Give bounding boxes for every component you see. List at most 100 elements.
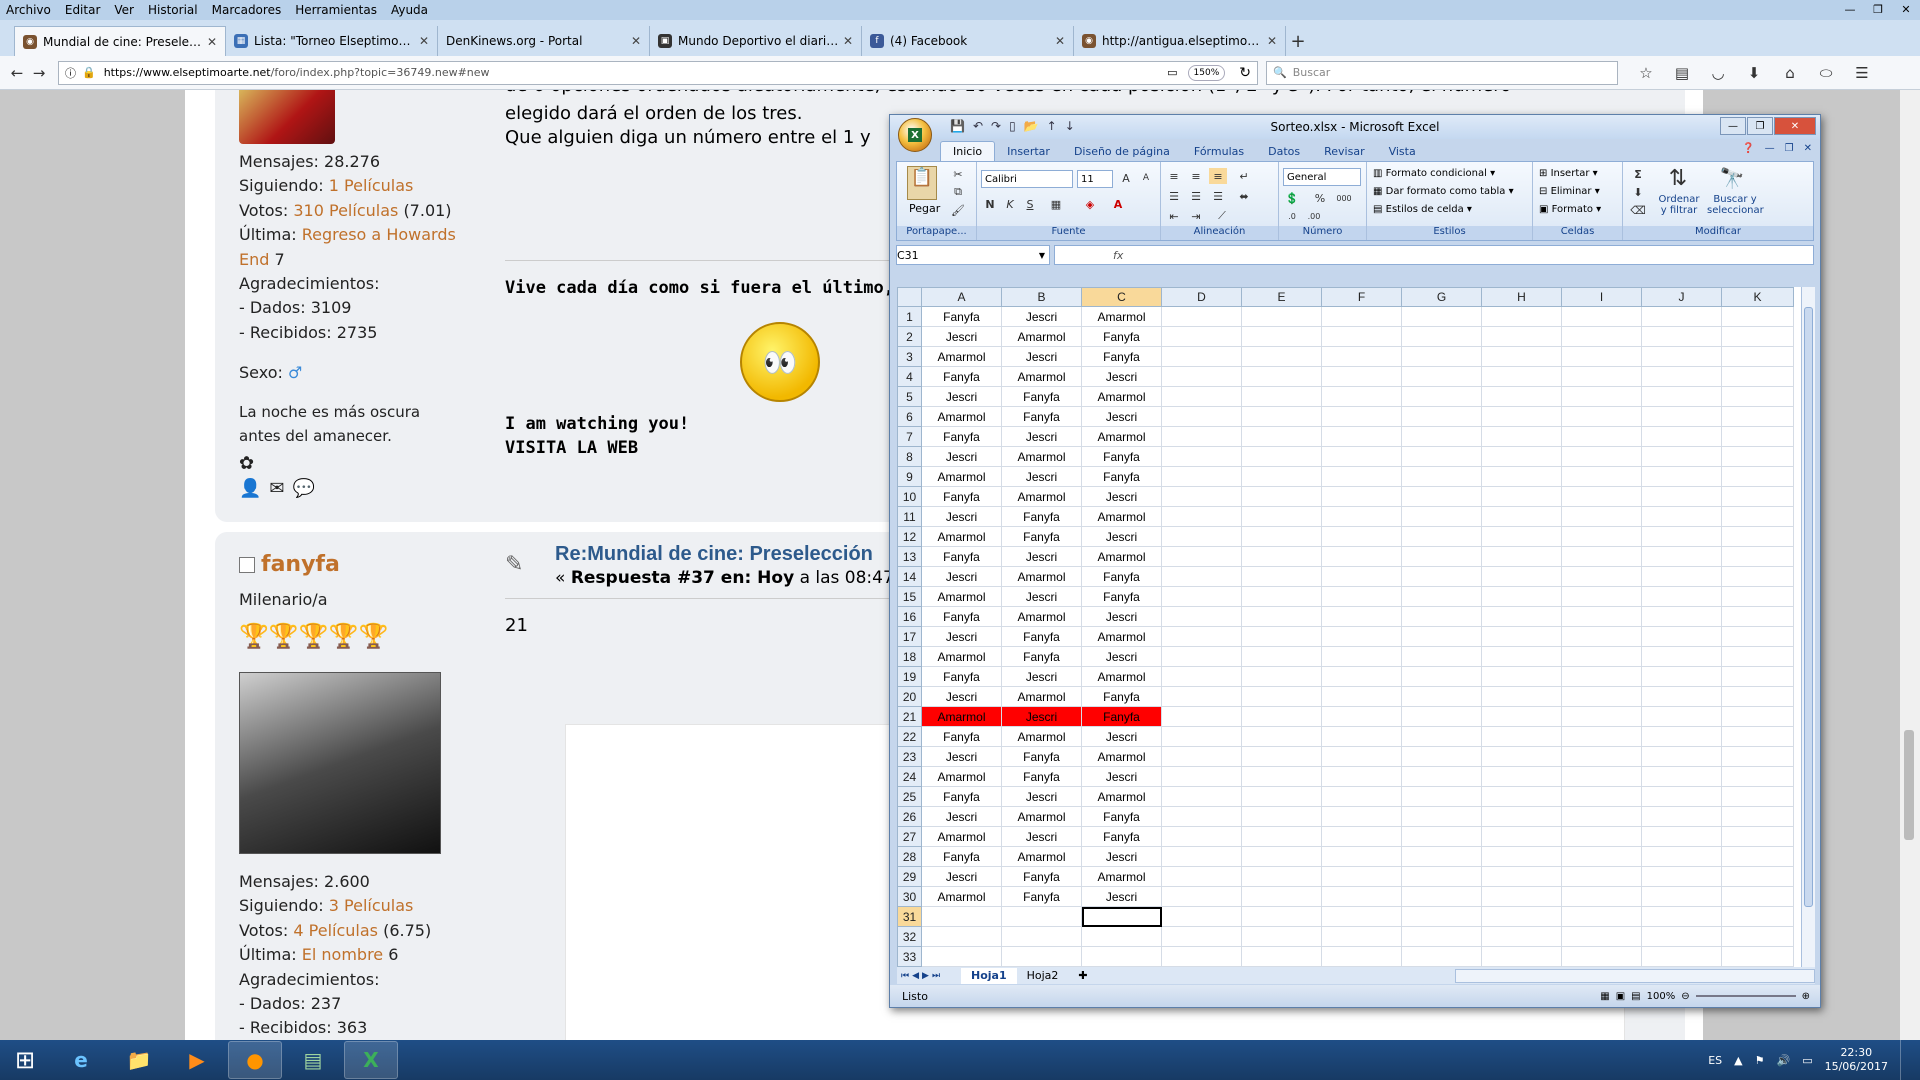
cell[interactable] [1241, 926, 1322, 947]
cell[interactable] [1721, 686, 1794, 707]
cell[interactable] [1561, 586, 1642, 607]
cell[interactable] [1401, 406, 1482, 427]
email-icon[interactable]: ✉ [269, 477, 284, 501]
find-select-button[interactable]: Buscar y seleccionar [1707, 194, 1764, 216]
cell[interactable]: Fanyfa [1081, 806, 1162, 827]
row-header[interactable]: 18 [897, 646, 922, 667]
cell[interactable] [1721, 566, 1794, 587]
info-icon[interactable]: ⓘ [65, 65, 76, 81]
cell[interactable] [1321, 306, 1402, 327]
cell[interactable] [1561, 646, 1642, 667]
cell[interactable]: Jescri [921, 566, 1002, 587]
cell[interactable] [1481, 406, 1562, 427]
sort-asc-icon[interactable]: ↑ [1047, 119, 1057, 133]
new-icon[interactable]: ▯ [1009, 119, 1016, 133]
cell[interactable] [1641, 806, 1722, 827]
msn-icon[interactable]: ✿ [239, 452, 479, 476]
cell[interactable] [1721, 746, 1794, 767]
font-name-select[interactable]: Calibri [981, 170, 1073, 188]
paste-icon[interactable]: 📋 [907, 166, 937, 200]
cell[interactable] [1321, 766, 1402, 787]
cell[interactable]: Fanyfa [1081, 326, 1162, 347]
vertical-scrollbar[interactable] [1801, 287, 1815, 967]
cell[interactable] [1481, 886, 1562, 907]
cell[interactable] [1481, 306, 1562, 327]
cell[interactable]: Amarmol [1001, 446, 1082, 467]
cell[interactable] [1641, 466, 1722, 487]
cell[interactable] [1401, 846, 1482, 867]
cell[interactable] [1321, 326, 1402, 347]
excel-taskbar-icon[interactable]: X [344, 1041, 398, 1079]
cell[interactable] [1641, 906, 1722, 927]
cell[interactable] [1401, 886, 1482, 907]
cell[interactable] [1401, 926, 1482, 947]
cell[interactable] [1481, 446, 1562, 467]
cell[interactable]: Fanyfa [1001, 386, 1082, 407]
cell[interactable] [1721, 486, 1794, 507]
autosum-icon[interactable]: Σ [1629, 166, 1647, 182]
cell[interactable] [1641, 366, 1722, 387]
cell[interactable] [1401, 346, 1482, 367]
cell[interactable] [1561, 926, 1642, 947]
cell[interactable] [1401, 726, 1482, 747]
cell[interactable]: Fanyfa [921, 426, 1002, 447]
cell[interactable]: Jescri [1001, 586, 1082, 607]
cell[interactable] [1561, 546, 1642, 567]
cell[interactable] [1481, 586, 1562, 607]
align-left-icon[interactable]: ☰ [1165, 188, 1183, 204]
cell[interactable]: Jescri [1081, 886, 1162, 907]
cell[interactable] [1241, 846, 1322, 867]
page-scrollbar[interactable] [1900, 90, 1920, 1040]
cell[interactable] [1481, 546, 1562, 567]
help-icon[interactable]: ❓ [1742, 143, 1754, 154]
cell[interactable] [1641, 646, 1722, 667]
cell[interactable] [1561, 746, 1642, 767]
cell[interactable]: Amarmol [921, 406, 1002, 427]
row-header[interactable]: 16 [897, 606, 922, 627]
cell[interactable] [1641, 826, 1722, 847]
cell[interactable] [1401, 586, 1482, 607]
cell[interactable] [1721, 646, 1794, 667]
cell[interactable] [1321, 566, 1402, 587]
cell[interactable] [1561, 786, 1642, 807]
align-bottom-icon[interactable]: ≡ [1209, 168, 1227, 184]
language-indicator[interactable]: ES [1708, 1054, 1722, 1067]
cell[interactable] [1161, 366, 1242, 387]
save-icon[interactable]: 💾 [950, 119, 965, 133]
cell[interactable] [1161, 946, 1242, 967]
cell[interactable] [1561, 626, 1642, 647]
cell[interactable]: Fanyfa [921, 846, 1002, 867]
cell[interactable]: Amarmol [1081, 506, 1162, 527]
font-color-icon[interactable]: A [1109, 196, 1127, 212]
cell[interactable] [1321, 786, 1402, 807]
cell[interactable] [1401, 566, 1482, 587]
cell[interactable] [1641, 306, 1722, 327]
row-header[interactable]: 5 [897, 386, 922, 407]
cell[interactable] [1161, 506, 1242, 527]
scroll-thumb[interactable] [1804, 307, 1813, 907]
cell[interactable]: Jescri [921, 446, 1002, 467]
row-header[interactable]: 20 [897, 686, 922, 707]
underline-icon[interactable]: S [1021, 196, 1039, 212]
cell[interactable] [1481, 626, 1562, 647]
cell[interactable] [1641, 586, 1722, 607]
cell[interactable]: Jescri [1001, 706, 1082, 727]
cell[interactable] [1321, 626, 1402, 647]
close-tab-icon[interactable]: ✕ [207, 35, 217, 49]
cell[interactable] [1481, 426, 1562, 447]
cell[interactable] [1401, 786, 1482, 807]
row-header[interactable]: 13 [897, 546, 922, 567]
cell[interactable] [1241, 566, 1322, 587]
row-header[interactable]: 15 [897, 586, 922, 607]
cell[interactable] [1241, 386, 1322, 407]
close-icon[interactable]: ✕ [1774, 117, 1816, 135]
maximize-icon[interactable]: ❐ [1864, 0, 1892, 18]
cell[interactable]: Amarmol [921, 346, 1002, 367]
action-center-flag-icon[interactable]: ⚑ [1755, 1054, 1765, 1067]
cell[interactable] [1321, 486, 1402, 507]
cell[interactable] [1161, 706, 1242, 727]
cell[interactable] [1241, 426, 1322, 447]
cell[interactable] [1241, 486, 1322, 507]
cell[interactable] [1721, 906, 1794, 927]
cell[interactable] [1561, 366, 1642, 387]
